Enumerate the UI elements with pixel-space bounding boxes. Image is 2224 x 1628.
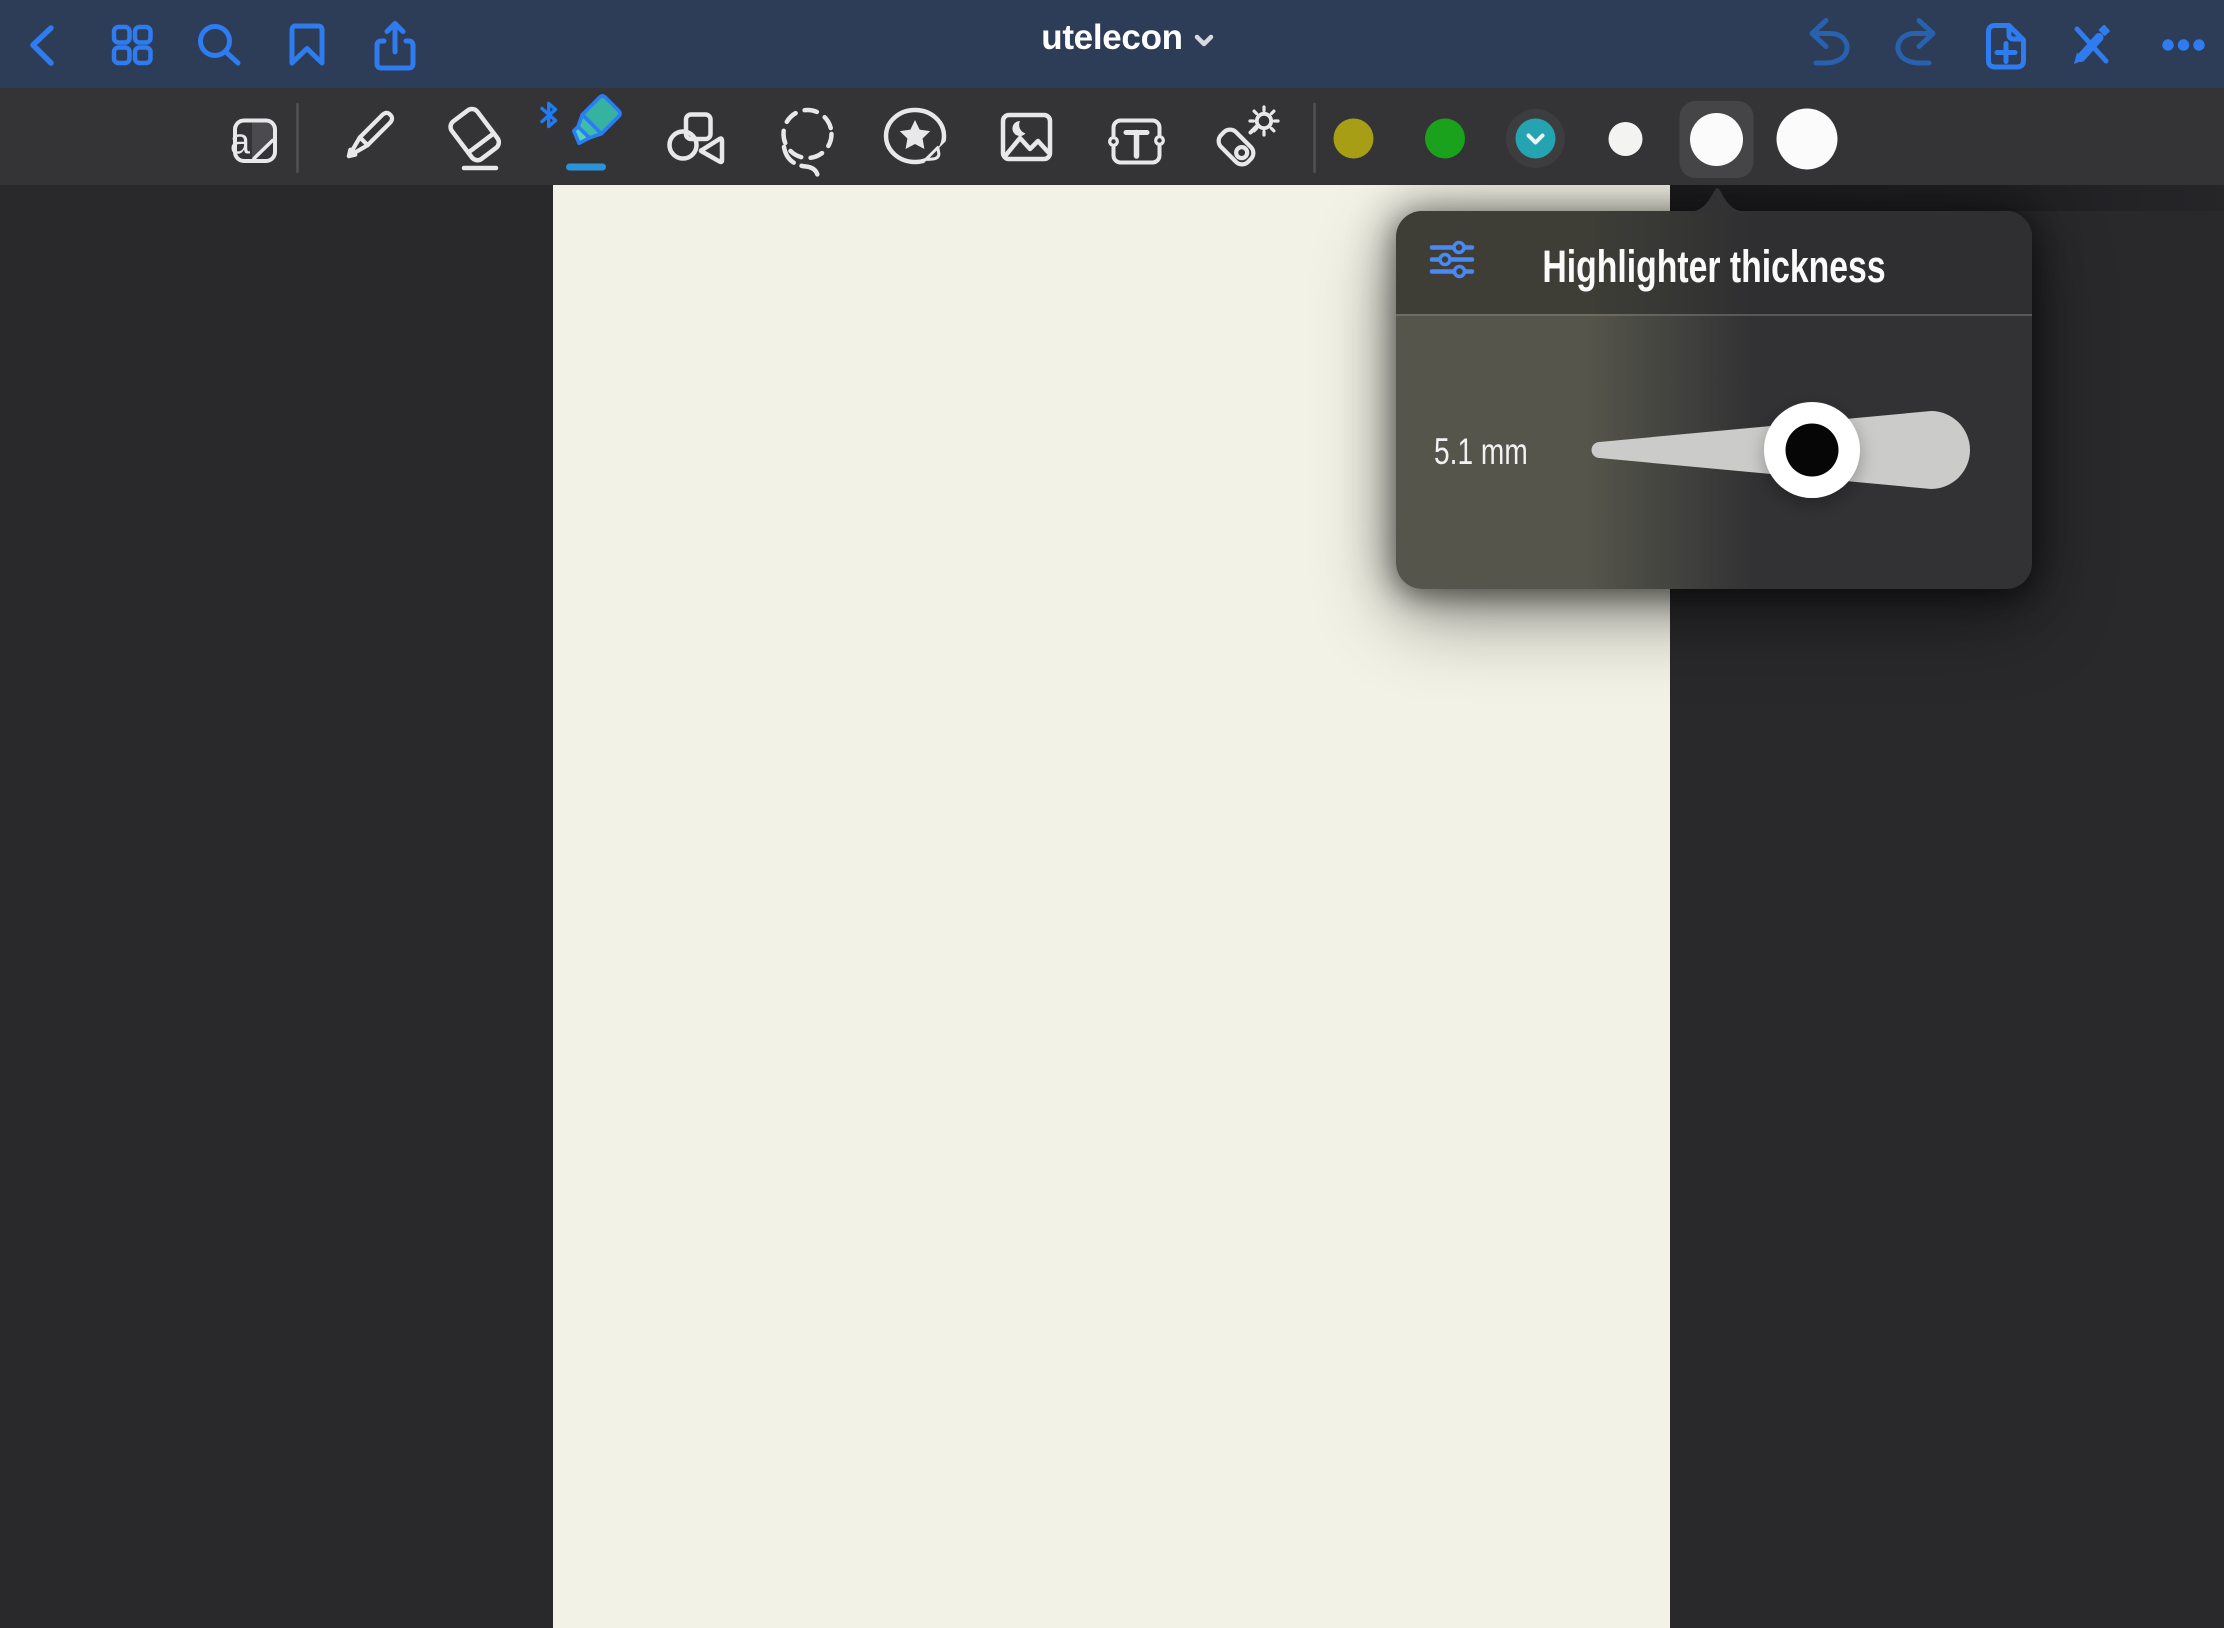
svg-text:a: a: [230, 121, 251, 162]
